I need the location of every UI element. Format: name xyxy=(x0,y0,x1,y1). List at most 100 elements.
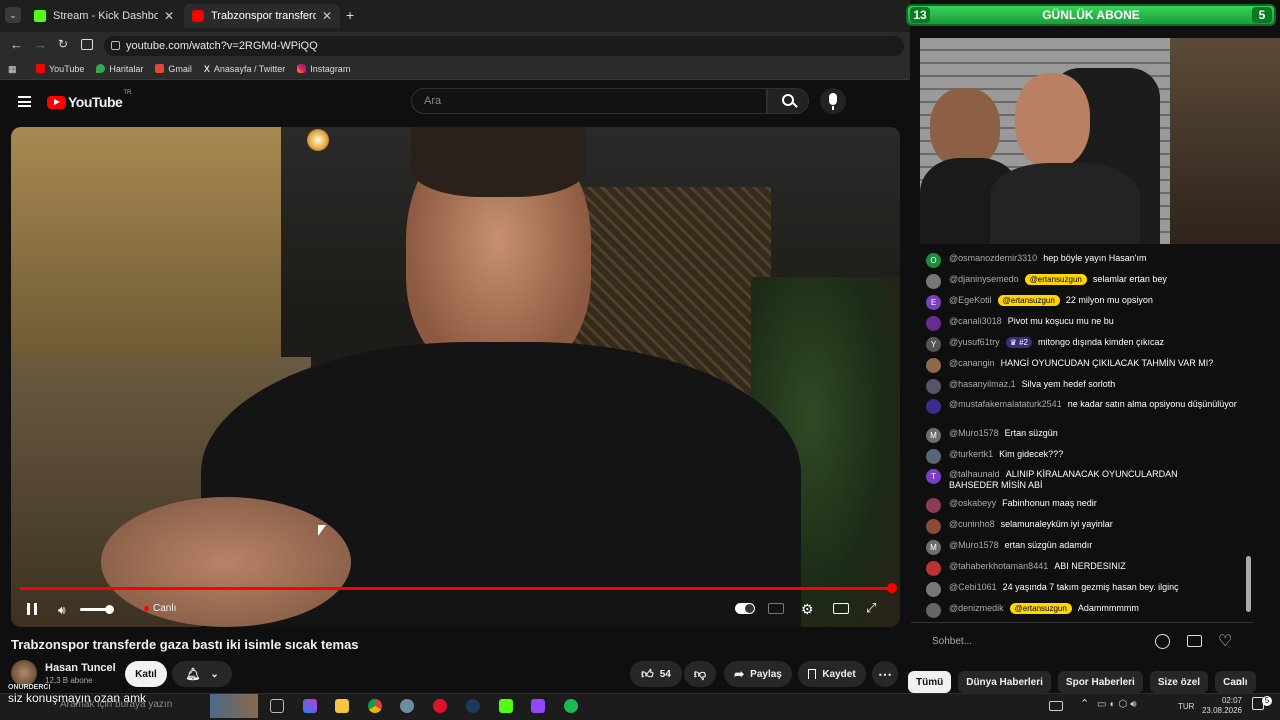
tab-list-button[interactable]: ⌄ xyxy=(5,7,21,23)
avatar[interactable] xyxy=(926,316,941,331)
bookmark-maps[interactable]: Haritalar xyxy=(96,64,143,74)
autoplay-toggle[interactable] xyxy=(735,603,755,614)
volume-slider[interactable] xyxy=(80,605,114,614)
back-icon[interactable]: ← xyxy=(10,37,23,52)
subtitles-icon[interactable] xyxy=(768,603,784,614)
dislike-button[interactable]: 👎︎ xyxy=(684,661,716,687)
avatar[interactable] xyxy=(926,399,941,414)
avatar[interactable] xyxy=(926,498,941,513)
crown-icon: ♛ xyxy=(1009,338,1017,347)
volume-icon[interactable]: 🔊︎ xyxy=(58,603,66,618)
avatar[interactable] xyxy=(926,582,941,597)
channel-avatar[interactable] xyxy=(11,660,37,686)
chip-live[interactable]: Canlı xyxy=(1215,671,1256,693)
video-player[interactable] xyxy=(11,127,900,627)
reload-icon[interactable]: ↻ xyxy=(58,37,68,51)
app-icon[interactable] xyxy=(400,699,414,713)
bookmark-instagram[interactable]: Instagram xyxy=(297,64,350,74)
apps-grid-icon[interactable]: ▦ xyxy=(8,64,17,75)
avatar[interactable] xyxy=(926,561,941,576)
microphone-icon xyxy=(829,93,837,105)
chat-message: M @Muro1578 Ertan süzgün xyxy=(926,428,1246,443)
chat-input[interactable]: Sohbet... xyxy=(922,630,1158,652)
kick-studio-icon[interactable] xyxy=(499,699,513,713)
avatar[interactable] xyxy=(926,379,941,394)
share-button[interactable]: ➦ Paylaş xyxy=(724,661,792,687)
pause-icon[interactable] xyxy=(27,603,37,615)
avatar[interactable]: T xyxy=(926,469,941,484)
taskbar-search[interactable]: Aramak için buraya yazın xyxy=(60,699,172,710)
channel-name[interactable]: Hasan Tuncel xyxy=(45,662,116,674)
clock[interactable]: 02:07 23.08.2026 xyxy=(1200,696,1242,716)
avatar[interactable] xyxy=(926,603,941,618)
mention-badge: @ertansuzgun xyxy=(1009,603,1072,614)
site-info-icon[interactable] xyxy=(111,41,120,50)
bookmark-twitter[interactable]: X Anasayfa / Twitter xyxy=(204,64,285,74)
close-tab-icon[interactable]: ✕ xyxy=(322,9,332,23)
url-field[interactable]: youtube.com/watch?v=2RGMd-WPiQQ xyxy=(104,36,904,56)
mention-badge: @ertansuzgun xyxy=(997,295,1060,306)
avatar[interactable]: O xyxy=(926,253,941,268)
avatar[interactable] xyxy=(926,449,941,464)
steam-icon[interactable] xyxy=(466,699,480,713)
more-actions-button[interactable]: ⋯ xyxy=(872,661,898,687)
live-chat-panel: O @osmanozdemir3310 hep böyle yayın Hasan'… xyxy=(911,246,1254,660)
heart-icon[interactable]: ♡ xyxy=(1218,631,1232,651)
close-tab-icon[interactable]: ✕ xyxy=(164,9,174,23)
bookmark-gmail[interactable]: Gmail xyxy=(155,64,192,74)
settings-gear-icon[interactable]: ⚙ xyxy=(801,601,814,618)
avatar[interactable]: E xyxy=(926,295,941,310)
fullscreen-icon[interactable]: ⤢ xyxy=(866,600,876,616)
avatar[interactable]: Y xyxy=(926,337,941,352)
new-tab-button[interactable]: + xyxy=(346,7,354,23)
chat-message: @denizmedik @ertansuzgun Adammmmmm xyxy=(926,603,1246,618)
browser-tab-bar: ⌄ Stream - Kick Dashboard ✕ Trabzonspor … xyxy=(0,0,910,32)
chrome-icon[interactable] xyxy=(368,699,382,713)
like-button[interactable]: 👍︎ 54 xyxy=(630,661,682,687)
copilot-icon[interactable] xyxy=(303,699,317,713)
file-explorer-icon[interactable] xyxy=(335,699,349,713)
bookmark-youtube[interactable]: YouTube xyxy=(36,64,84,74)
menu-icon[interactable] xyxy=(18,96,31,107)
avatar[interactable]: M xyxy=(926,428,941,443)
progress-scrubber[interactable] xyxy=(887,583,897,593)
avatar[interactable] xyxy=(926,274,941,289)
avatar[interactable] xyxy=(926,358,941,373)
search-button[interactable] xyxy=(767,88,809,114)
chip-sports-news[interactable]: Spor Haberleri xyxy=(1057,671,1143,693)
keyboard-icon[interactable] xyxy=(1049,701,1063,711)
chip-all[interactable]: Tümü xyxy=(908,671,952,693)
miniplayer-icon[interactable] xyxy=(833,603,849,614)
language-indicator[interactable]: TUR xyxy=(1178,702,1194,711)
avatar[interactable] xyxy=(926,519,941,534)
task-view-icon[interactable] xyxy=(270,699,284,713)
tab-youtube-video[interactable]: Trabzonspor transferde gaza ✕ xyxy=(184,4,340,28)
avatar[interactable]: M xyxy=(926,540,941,555)
chat-scrollbar[interactable] xyxy=(1246,556,1251,612)
opera-icon[interactable] xyxy=(433,699,447,713)
maps-icon xyxy=(96,64,106,73)
emoji-icon[interactable] xyxy=(1155,634,1170,649)
chip-for-you[interactable]: Size özel xyxy=(1149,671,1209,693)
youtube-icon xyxy=(192,10,204,22)
tray-icons[interactable]: ▭◐⬡🔊︎ xyxy=(1097,699,1140,710)
youtube-icon xyxy=(36,64,45,73)
taskbar-search-image xyxy=(210,694,258,718)
tab-kick-dashboard[interactable]: Stream - Kick Dashboard ✕ xyxy=(26,4,182,28)
sidebar-icon[interactable] xyxy=(81,39,93,50)
forward-icon[interactable]: → xyxy=(34,37,47,52)
video-scene-light xyxy=(307,129,329,151)
voice-search-button[interactable] xyxy=(820,88,846,114)
live-progress-bar[interactable] xyxy=(20,587,892,590)
chevron-right-icon[interactable]: › xyxy=(1237,673,1242,689)
tray-chevron-up-icon[interactable]: ⌃ xyxy=(1080,697,1089,710)
save-button[interactable]: Kaydet xyxy=(798,661,866,687)
super-chat-icon[interactable] xyxy=(1187,635,1202,647)
search-input[interactable]: Ara xyxy=(411,88,767,114)
youtube-logo[interactable]: YouTube TR xyxy=(47,90,131,110)
live-indicator[interactable]: Canlı xyxy=(144,603,176,614)
chip-world-news[interactable]: Dünya Haberleri xyxy=(958,671,1051,693)
chat-message: @cuninho8 selamunaleyküm iyi yayinlar xyxy=(926,519,1246,534)
spotify-icon[interactable] xyxy=(564,699,578,713)
twitch-icon[interactable] xyxy=(531,699,545,713)
